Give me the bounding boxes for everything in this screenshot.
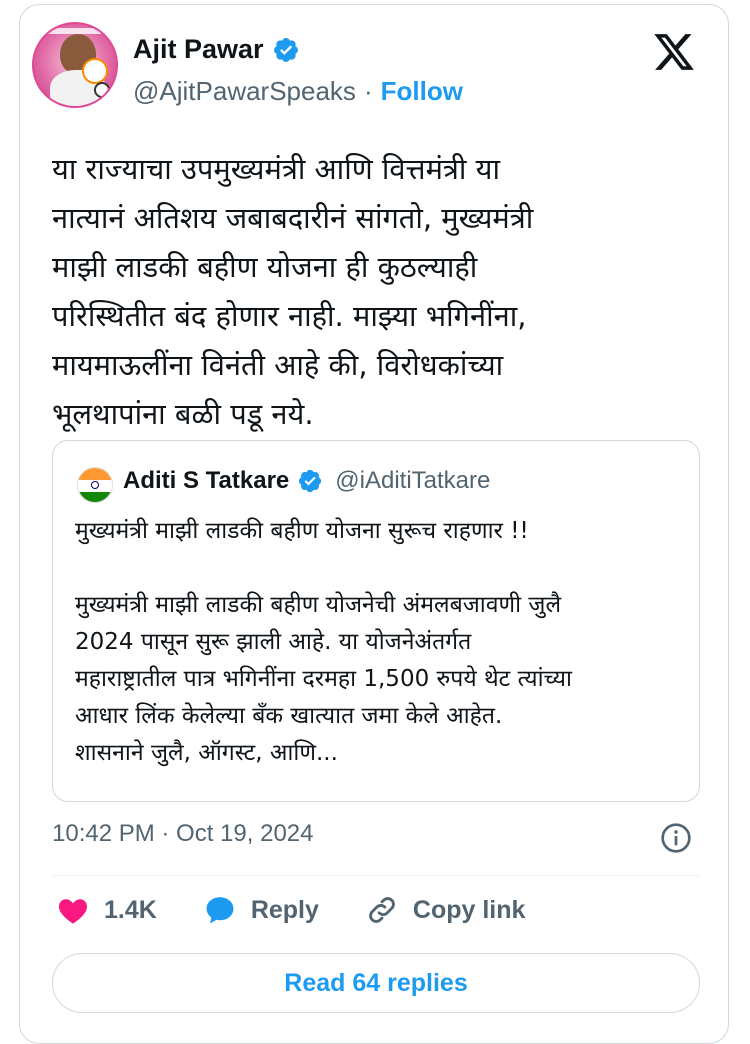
quoted-text-line: आधार लिंक केलेल्या बँक खात्यात जमा केले … — [75, 703, 503, 729]
quoted-author-avatar[interactable] — [77, 467, 113, 503]
separator-dot: · — [363, 76, 373, 106]
link-icon — [369, 897, 395, 923]
tweet-text-line: परिस्थितीत बंद होणार नाही. माझ्या भगिनीं… — [52, 299, 527, 333]
tweet-timestamp[interactable]: 10:42 PM · Oct 19, 2024 — [52, 820, 313, 848]
author-name-row: Ajit Pawar — [133, 34, 300, 65]
reply-button[interactable]: Reply — [203, 893, 319, 927]
quoted-text-line: महाराष्ट्रातील पात्र भगिनींना दरमहा 1,50… — [75, 666, 572, 692]
clock-icon — [94, 82, 110, 98]
copy-link-button[interactable]: Copy link — [365, 893, 526, 927]
like-count: 1.4K — [104, 895, 157, 924]
quoted-tweet-text: मुख्यमंत्री माझी लाडकी बहीण योजना सुरूच … — [75, 513, 685, 772]
tweet-text: या राज्याचा उपमुख्यमंत्री आणि वित्तमंत्र… — [52, 145, 692, 439]
quoted-author-row: Aditi S Tatkare @iAditiTatkare — [123, 467, 490, 495]
tweet-text-line: माझी लाडकी बहीण योजना ही कुठल्याही — [52, 250, 478, 284]
info-icon[interactable] — [660, 822, 692, 854]
quoted-text-line: 2024 पासून सुरू झाली आहे. या योजनेअंतर्ग… — [75, 629, 472, 655]
quoted-text-line — [75, 550, 685, 587]
reply-label: Reply — [250, 895, 319, 924]
author-avatar[interactable] — [32, 22, 118, 108]
follow-button[interactable]: Follow — [381, 76, 463, 107]
divider — [52, 875, 700, 876]
verified-badge-icon — [299, 469, 322, 493]
tweet-text-line: नात्यानं अतिशय जबाबदारीनं सांगतो, मुख्यम… — [52, 201, 534, 235]
heart-icon — [58, 899, 88, 924]
quoted-author-handle[interactable]: @iAditiTatkare — [335, 467, 490, 495]
copy-link-label: Copy link — [412, 895, 526, 924]
avatar-badge — [82, 58, 108, 84]
reply-bubble-icon — [206, 897, 234, 924]
quoted-tweet[interactable]: Aditi S Tatkare @iAditiTatkare मुख्यमंत्… — [52, 440, 700, 802]
author-name[interactable]: Ajit Pawar — [133, 34, 264, 65]
tweet-text-line: या राज्याचा उपमुख्यमंत्री आणि वित्तमंत्र… — [52, 152, 500, 186]
quoted-text-line: शासनाने जुलै, ऑगस्ट, आणि... — [75, 740, 338, 766]
tweet-text-line: भूलथापांना बळी पडू नये. — [52, 397, 314, 431]
read-replies-button[interactable]: Read 64 replies — [52, 953, 700, 1013]
quoted-text-line: मुख्यमंत्री माझी लाडकी बहीण योजनेची अंमल… — [75, 592, 562, 618]
avatar-banner — [44, 28, 104, 34]
quoted-author-name[interactable]: Aditi S Tatkare — [123, 467, 289, 495]
quoted-text-line: मुख्यमंत्री माझी लाडकी बहीण योजना सुरूच … — [75, 518, 529, 544]
tweet-text-line: मायमाऊलींना विनंती आहे की, विरोधकांच्या — [52, 348, 504, 382]
author-handle-row: @AjitPawarSpeaks · Follow — [133, 76, 463, 107]
verified-badge-icon — [273, 37, 298, 62]
action-bar: 1.4K Reply Copy link — [56, 893, 571, 927]
like-button[interactable]: 1.4K — [56, 893, 157, 927]
x-logo-icon[interactable] — [652, 30, 696, 74]
author-handle[interactable]: @AjitPawarSpeaks — [133, 76, 356, 107]
